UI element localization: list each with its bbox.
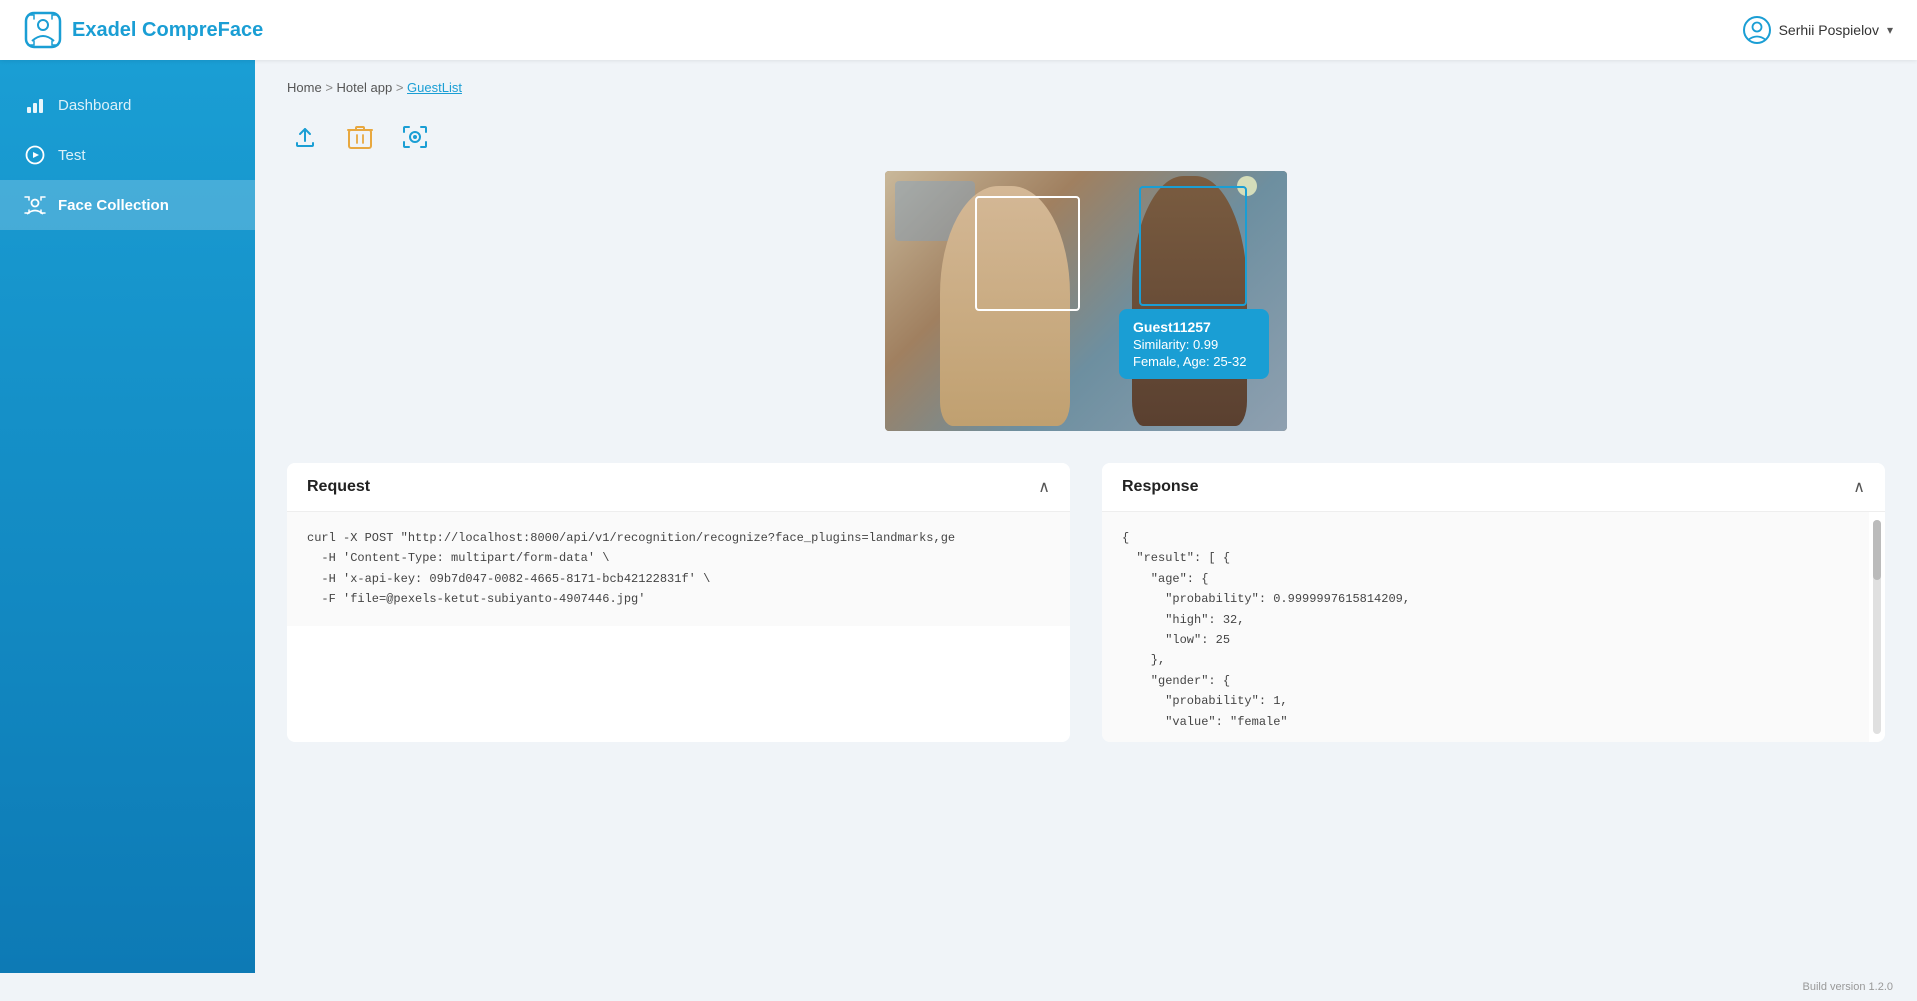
tooltip-demographics: Female, Age: 25-32	[1133, 354, 1255, 369]
response-line-9: "probability": 1,	[1122, 691, 1849, 711]
breadcrumb: Home > Hotel app > GuestList	[287, 80, 1885, 95]
request-collapse-button[interactable]: ∧	[1038, 477, 1050, 497]
face-tooltip: Guest11257 Similarity: 0.99 Female, Age:…	[1119, 309, 1269, 379]
sidebar-item-dashboard[interactable]: Dashboard	[0, 80, 255, 130]
sidebar: Dashboard Test F	[0, 60, 255, 973]
breadcrumb-current[interactable]: GuestList	[407, 80, 462, 95]
request-line-4: -F 'file=@pexels-ketut-subiyanto-4907446…	[307, 589, 1050, 609]
request-title: Request	[307, 478, 370, 496]
toolbar	[287, 119, 1885, 155]
response-line-7: },	[1122, 650, 1849, 670]
chart-icon	[24, 94, 46, 116]
delete-button[interactable]	[343, 119, 377, 155]
response-scrollbar[interactable]	[1873, 520, 1881, 734]
app-header: Exadel CompreFace Serhii Pospielov ▾	[0, 0, 1917, 60]
recognition-image: Guest11257 Similarity: 0.99 Female, Age:…	[885, 171, 1287, 431]
breadcrumb-home[interactable]: Home	[287, 80, 322, 95]
scrollbar-thumb[interactable]	[1873, 520, 1881, 580]
sidebar-item-test[interactable]: Test	[0, 130, 255, 180]
scan-button[interactable]	[397, 119, 433, 155]
face-box-left	[975, 196, 1080, 311]
response-body-container: { "result": [ { "age": { "probability": …	[1102, 512, 1885, 742]
response-line-8: "gender": {	[1122, 671, 1849, 691]
request-line-3: -H 'x-api-key: 09b7d047-0082-4665-8171-b…	[307, 569, 1050, 589]
user-dropdown-chevron: ▾	[1887, 23, 1893, 37]
request-section-header: Request ∧	[287, 463, 1070, 512]
user-menu[interactable]: Serhii Pospielov ▾	[1743, 16, 1893, 44]
logo-area: Exadel CompreFace	[24, 11, 263, 49]
app-logo-icon	[24, 11, 62, 49]
user-name: Serhii Pospielov	[1779, 22, 1879, 38]
response-line-2: "result": [ {	[1122, 548, 1849, 568]
sidebar-label-face-collection: Face Collection	[58, 197, 169, 214]
request-line-1: curl -X POST "http://localhost:8000/api/…	[307, 528, 1050, 548]
face-collection-icon	[24, 194, 46, 216]
breadcrumb-app[interactable]: Hotel app	[337, 80, 393, 95]
response-line-3: "age": {	[1122, 569, 1849, 589]
tooltip-name: Guest11257	[1133, 319, 1255, 335]
spacer	[287, 431, 1885, 463]
build-version: Build version 1.2.0	[1803, 981, 1894, 993]
response-code-body: { "result": [ { "age": { "probability": …	[1102, 512, 1869, 742]
response-line-5: "high": 32,	[1122, 610, 1849, 630]
sidebar-label-test: Test	[58, 147, 86, 164]
request-line-2: -H 'Content-Type: multipart/form-data' \	[307, 548, 1050, 568]
response-line-6: "low": 25	[1122, 630, 1849, 650]
request-code-body: curl -X POST "http://localhost:8000/api/…	[287, 512, 1070, 626]
code-sections: Request ∧ curl -X POST "http://localhost…	[287, 463, 1885, 742]
response-line-10: "value": "female"	[1122, 712, 1849, 732]
sidebar-label-dashboard: Dashboard	[58, 97, 131, 114]
breadcrumb-sep1: >	[325, 80, 333, 95]
play-icon	[24, 144, 46, 166]
app-title: Exadel CompreFace	[72, 19, 263, 42]
main-layout: Dashboard Test F	[0, 60, 1917, 973]
response-line-4: "probability": 0.9999997615814209,	[1122, 589, 1849, 609]
upload-button[interactable]	[287, 119, 323, 155]
tooltip-similarity: Similarity: 0.99	[1133, 337, 1255, 352]
response-section: Response ∧ { "result": [ { "age": { "pro…	[1102, 463, 1885, 742]
footer: Build version 1.2.0	[0, 973, 1917, 1001]
response-title: Response	[1122, 478, 1198, 496]
response-section-header: Response ∧	[1102, 463, 1885, 512]
image-area: Guest11257 Similarity: 0.99 Female, Age:…	[287, 171, 1885, 431]
sidebar-item-face-collection[interactable]: Face Collection	[0, 180, 255, 230]
response-collapse-button[interactable]: ∧	[1853, 477, 1865, 497]
user-avatar-icon	[1743, 16, 1771, 44]
breadcrumb-sep2: >	[396, 80, 404, 95]
content-area: Home > Hotel app > GuestList	[255, 60, 1917, 973]
response-line-1: {	[1122, 528, 1849, 548]
request-section: Request ∧ curl -X POST "http://localhost…	[287, 463, 1070, 742]
face-box-right	[1139, 186, 1247, 306]
